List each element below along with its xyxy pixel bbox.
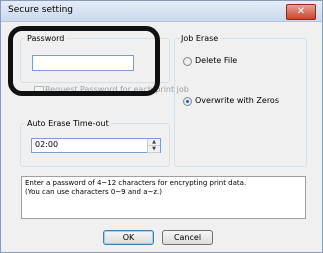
delete-file-label: Delete File — [195, 56, 238, 65]
time-spinner[interactable]: ▲ ▼ — [147, 139, 160, 153]
window-title: Secure setting — [8, 5, 74, 15]
auto-erase-time-value: 02:00 — [35, 140, 59, 149]
overwrite-zeros-label: Overwrite with Zeros — [195, 96, 279, 105]
annotation-highlight — [8, 26, 160, 96]
spin-down-icon[interactable]: ▼ — [148, 146, 160, 153]
job-erase-legend: Job Erase — [181, 34, 219, 43]
ok-button[interactable]: OK — [103, 230, 154, 245]
close-icon: ✕ — [296, 6, 306, 17]
close-button[interactable]: ✕ — [286, 4, 316, 20]
spin-up-icon[interactable]: ▲ — [148, 139, 160, 146]
title-bar[interactable]: Secure setting ✕ — [1, 1, 322, 22]
cancel-button[interactable]: Cancel — [162, 230, 213, 245]
overwrite-zeros-radio[interactable] — [183, 97, 192, 106]
delete-file-radio[interactable] — [183, 57, 192, 66]
info-line-2: (You can use characters 0~9 and a~z.) — [25, 188, 163, 196]
auto-erase-time-field[interactable]: 02:00 ▲ ▼ — [31, 138, 161, 153]
info-line-1: Enter a password of 4~12 characters for … — [25, 179, 247, 187]
secure-setting-dialog: Secure setting ✕ Password Request Passwo… — [0, 0, 323, 253]
auto-erase-legend: Auto Erase Time-out — [27, 119, 109, 128]
info-text-box: Enter a password of 4~12 characters for … — [21, 176, 306, 219]
